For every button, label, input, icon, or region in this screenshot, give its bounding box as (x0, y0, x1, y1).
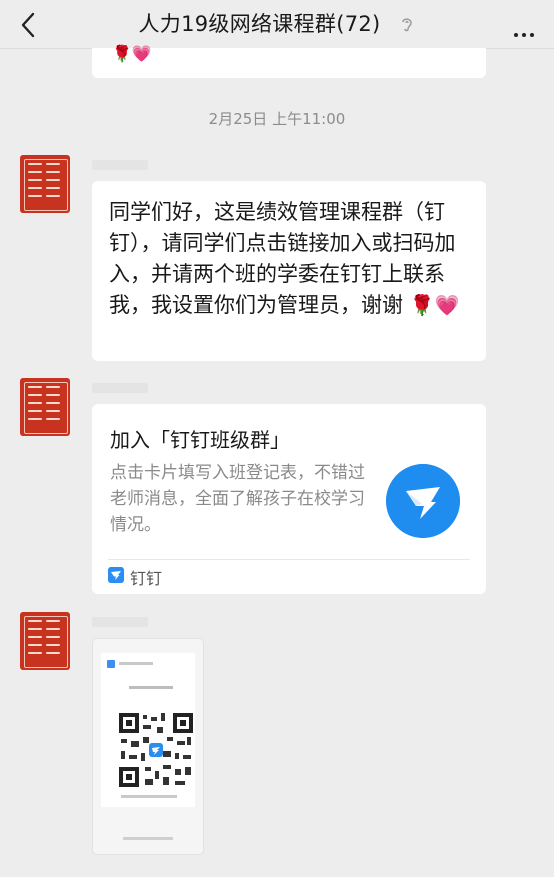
sender-name-blurred (92, 617, 148, 627)
sender-name-blurred (92, 160, 148, 170)
message-timestamp: 2月25日 上午11:00 (208, 110, 346, 128)
previous-emoji: 🌹💗 (112, 44, 152, 63)
message-text: 同学们好，这是绩效管理课程群（钉钉），请同学们点击链接加入或扫码加入，并请两个班… (109, 200, 456, 317)
message-emojis: 🌹💗 (409, 293, 460, 317)
dingtalk-source-icon (108, 567, 124, 583)
avatar[interactable] (20, 155, 70, 213)
qr-code-icon (117, 711, 195, 789)
text-message-body: 同学们好，这是绩效管理课程群（钉钉），请同学们点击链接加入或扫码加入，并请两个班… (109, 197, 479, 321)
avatar[interactable] (20, 378, 70, 436)
avatar[interactable] (20, 612, 70, 670)
image-message-qr[interactable] (92, 638, 204, 855)
card-title: 加入「钉钉班级群」 (110, 428, 290, 452)
ear-mute-icon (401, 18, 412, 32)
sender-name-blurred (92, 383, 148, 393)
previous-message-bubble[interactable]: 🌹💗 (92, 44, 486, 78)
qr-image-card (101, 653, 195, 807)
chat-title: 人力19级网络课程群(72) (0, 8, 554, 38)
text-message-bubble[interactable]: 同学们好，这是绩效管理课程群（钉钉），请同学们点击链接加入或扫码加入，并请两个班… (92, 181, 486, 361)
card-description: 点击卡片填写入班登记表，不错过老师消息，全面了解孩子在校学习情况。 (110, 463, 365, 535)
dingtalk-logo-icon (386, 464, 460, 538)
link-card-message[interactable]: 加入「钉钉班级群」 点击卡片填写入班登记表，不错过老师消息，全面了解孩子在校学习… (92, 404, 486, 594)
qr-caption-blur (129, 686, 173, 689)
card-source-label: 钉钉 (130, 569, 163, 588)
qr-header-blur (107, 660, 153, 668)
more-icon[interactable] (512, 10, 540, 38)
qr-bottom-blur (123, 837, 173, 840)
chat-header: 人力19级网络课程群(72) (0, 0, 554, 49)
chat-title-text: 人力19级网络课程群(72) (138, 12, 381, 36)
qr-footer-blur (121, 795, 177, 798)
card-divider (108, 559, 470, 560)
